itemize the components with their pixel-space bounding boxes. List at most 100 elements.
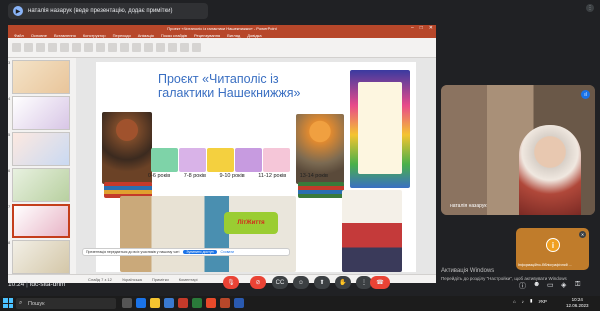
present-icon: ▶	[13, 6, 23, 16]
slide-thumbnail[interactable]	[12, 240, 70, 274]
meeting-time: 10:24	[8, 281, 25, 288]
thumb-number: 6	[8, 168, 11, 173]
reactions-button[interactable]: ☺	[293, 276, 309, 289]
align-left-icon[interactable]	[96, 43, 105, 52]
bullets-icon[interactable]	[120, 43, 129, 52]
notes-button[interactable]: Примітки	[152, 277, 169, 282]
tab-file[interactable]: Файл	[14, 33, 24, 38]
age-label: 13-14 років	[299, 173, 328, 179]
slide-title[interactable]: Проєкт «Читаполіс із галактики Нашекнижж…	[158, 72, 333, 100]
bold-icon[interactable]	[48, 43, 57, 52]
minimize-icon[interactable]: –	[411, 25, 414, 31]
layout-icon[interactable]	[36, 43, 45, 52]
people-icon[interactable]: ☻	[533, 281, 540, 288]
windows-start-icon[interactable]	[3, 298, 13, 308]
mic-off-button[interactable]: 🎙	[223, 276, 239, 289]
presenter-banner: ▶ наталія назарук (веде презентацію, дод…	[8, 3, 208, 19]
align-center-icon[interactable]	[108, 43, 117, 52]
top-right-icon[interactable]: ⋮	[586, 4, 594, 12]
present-icon: ⬆	[319, 280, 325, 286]
sharing-notice-bar: Презентація передається до всіх учасникі…	[82, 248, 290, 256]
system-tray: ⌂ ♪ ▮ УКР	[513, 298, 547, 304]
arrange-icon[interactable]	[144, 43, 153, 52]
store-icon[interactable]	[164, 298, 174, 308]
info-icon[interactable]: ⓘ	[519, 281, 526, 291]
present-button[interactable]: ⬆	[314, 276, 330, 289]
powerpoint-icon[interactable]	[220, 298, 230, 308]
tab-home[interactable]: Основне	[31, 33, 47, 38]
flower-tile-image	[207, 148, 234, 172]
sign-image: ЛітЖиття	[224, 212, 278, 234]
slide-thumbnail[interactable]	[12, 96, 70, 130]
slide-thumbnail[interactable]	[12, 168, 70, 202]
slide-thumbnail[interactable]	[12, 132, 70, 166]
chat-icon[interactable]: ▭	[547, 281, 554, 289]
participant-mic-icon: ✕	[579, 231, 586, 238]
tab-insert[interactable]: Вставлення	[54, 33, 76, 38]
ppt-title: Проект «Читаполіс із галактики Нашекнижж…	[167, 26, 277, 31]
slide-thumbnail[interactable]	[12, 60, 70, 94]
comments-button[interactable]: Коментарі	[179, 277, 198, 282]
meeting-code: fdc-sita-dhm	[29, 281, 66, 288]
lock-icon[interactable]: ⚿	[575, 281, 580, 289]
underline-icon[interactable]	[72, 43, 81, 52]
tab-slideshow[interactable]: Показ слайдів	[161, 33, 187, 38]
participant-mic-icon: ıl	[581, 90, 590, 99]
camera-off-icon: ⊘	[255, 280, 261, 286]
file-explorer-icon[interactable]	[150, 298, 160, 308]
dictate-icon[interactable]	[180, 43, 189, 52]
tab-transitions[interactable]: Переходи	[113, 33, 131, 38]
word-icon[interactable]	[234, 298, 244, 308]
activation-title: Активація Windows	[441, 268, 495, 274]
office-icon[interactable]	[178, 298, 188, 308]
status-language: Українська	[121, 276, 142, 282]
font-color-icon[interactable]	[84, 43, 93, 52]
language-icon[interactable]: УКР	[538, 299, 546, 304]
leave-call-button[interactable]: ☎	[370, 276, 390, 289]
library-photo[interactable]	[120, 196, 296, 272]
age-label: 9-10 років	[219, 173, 245, 179]
volume-icon[interactable]: ♪	[522, 299, 524, 304]
books-stack-image	[298, 182, 344, 198]
current-slide: Проєкт «Читаполіс із галактики Нашекнижж…	[96, 62, 416, 272]
paste-icon[interactable]	[12, 43, 21, 52]
costume-photo[interactable]	[342, 190, 402, 272]
tab-animation[interactable]: Анімація	[138, 33, 154, 38]
stop-sharing-button[interactable]: Зупинити доступ	[183, 250, 217, 254]
thumb-number: 3	[8, 60, 11, 65]
slide-thumbnail-selected[interactable]	[12, 204, 70, 238]
task-view-icon[interactable]	[122, 298, 132, 308]
hide-button[interactable]: Сховати	[221, 250, 234, 254]
tab-help[interactable]: Довідка	[247, 33, 261, 38]
tab-review[interactable]: Рецензування	[194, 33, 220, 38]
activities-icon[interactable]: ◈	[561, 281, 566, 289]
italic-icon[interactable]	[60, 43, 69, 52]
shapes-icon[interactable]	[132, 43, 141, 52]
status-slide-count: Слайд 7 з 12	[88, 276, 112, 282]
taskbar-clock[interactable]: 10:24 12.06.2023	[566, 297, 589, 309]
maximize-icon[interactable]: □	[420, 25, 423, 31]
hand-icon: ✋	[339, 280, 347, 286]
captions-button[interactable]: CC	[272, 276, 288, 289]
taskbar-search-box[interactable]: ⌕ Пошук	[16, 298, 116, 309]
flower-tile-image	[263, 148, 290, 172]
close-icon[interactable]: ✕	[429, 25, 433, 31]
find-icon[interactable]	[156, 43, 165, 52]
designer-icon[interactable]	[192, 43, 201, 52]
dog-character-image[interactable]	[102, 112, 152, 184]
flower-tile-image	[179, 148, 206, 172]
edge-icon[interactable]	[136, 298, 146, 308]
network-icon[interactable]: ⌂	[513, 299, 516, 304]
participant-tile[interactable]: ıl	[441, 85, 595, 215]
excel-icon[interactable]	[192, 298, 202, 308]
thumb-number: 7	[8, 204, 11, 209]
battery-icon[interactable]: ▮	[530, 298, 532, 304]
replace-icon[interactable]	[168, 43, 177, 52]
tab-design[interactable]: Конструктор	[83, 33, 106, 38]
tab-view[interactable]: Вигляд	[227, 33, 240, 38]
camera-off-button[interactable]: ⊘	[250, 276, 266, 289]
chrome-icon[interactable]	[206, 298, 216, 308]
new-slide-icon[interactable]	[24, 43, 33, 52]
raise-hand-button[interactable]: ✋	[335, 276, 351, 289]
emoji-icon: ☺	[297, 279, 305, 286]
